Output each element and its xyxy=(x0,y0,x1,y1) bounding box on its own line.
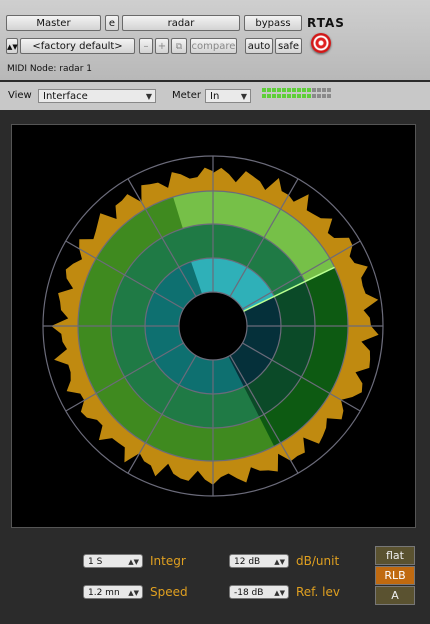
speed-value: 1.2 mn xyxy=(88,588,120,598)
master-button[interactable]: Master xyxy=(6,15,101,31)
dbunit-label: dB/unit xyxy=(296,554,340,568)
integr-label: Integr xyxy=(150,554,186,568)
meter-label: Meter xyxy=(172,90,201,101)
view-select-value: Interface xyxy=(43,91,88,102)
meter-segment xyxy=(327,88,331,92)
meter-segment xyxy=(322,88,326,92)
host-header: Master e radar bypass RTAS ▲▼ <factory d… xyxy=(0,0,430,80)
meter-segment xyxy=(312,94,316,98)
view-select[interactable]: Interface ▼ xyxy=(38,89,156,103)
meter-segment xyxy=(262,88,266,92)
radar-svg xyxy=(42,155,384,497)
e-button[interactable]: e xyxy=(105,15,119,31)
meter-segment xyxy=(327,94,331,98)
auto-button[interactable]: auto xyxy=(245,38,273,54)
meter-segment xyxy=(317,94,321,98)
meter-segment xyxy=(317,88,321,92)
updown-icon: ▲▼ xyxy=(274,589,285,597)
meter-segment xyxy=(322,94,326,98)
reflev-stepper[interactable]: -18 dB ▲▼ xyxy=(229,585,289,599)
compare-button[interactable]: compare xyxy=(190,38,237,54)
meter-segment xyxy=(267,94,271,98)
midi-node-label: MIDI Node: radar 1 xyxy=(7,64,92,74)
view-label: View xyxy=(8,90,32,101)
minus-button[interactable]: – xyxy=(139,38,153,54)
meter-segment xyxy=(307,88,311,92)
meter-segment xyxy=(297,94,301,98)
dbunit-stepper[interactable]: 12 dB ▲▼ xyxy=(229,554,289,568)
meter-segment xyxy=(287,88,291,92)
preset-arrow-button[interactable]: ▲▼ xyxy=(6,38,18,54)
meter-segment xyxy=(272,88,276,92)
meter-segment xyxy=(302,94,306,98)
format-label: RTAS xyxy=(307,16,345,30)
meter-segment xyxy=(302,88,306,92)
target-icon[interactable] xyxy=(311,33,331,53)
weighting-flat-button[interactable]: flat xyxy=(375,546,415,565)
speed-stepper[interactable]: 1.2 mn ▲▼ xyxy=(83,585,143,599)
reflev-value: -18 dB xyxy=(234,588,264,598)
meter-segment xyxy=(272,94,276,98)
copy-icon[interactable]: ⧉ xyxy=(171,38,187,54)
radar-display xyxy=(11,124,416,528)
meter-segment xyxy=(277,88,281,92)
meter-segment xyxy=(287,94,291,98)
meter-row xyxy=(262,94,332,98)
integr-value: 1 S xyxy=(88,557,103,567)
weighting-rlb-button[interactable]: RLB xyxy=(375,566,415,585)
meter-row xyxy=(262,88,332,92)
radar-graph xyxy=(42,155,384,497)
meter-segment xyxy=(282,94,286,98)
meter-segment xyxy=(277,94,281,98)
weighting-a-button[interactable]: A xyxy=(375,586,415,605)
updown-icon: ▲▼ xyxy=(274,558,285,566)
meter-segment xyxy=(292,88,296,92)
speed-label: Speed xyxy=(150,585,188,599)
integr-stepper[interactable]: 1 S ▲▼ xyxy=(83,554,143,568)
plugin-name-button[interactable]: radar xyxy=(122,15,240,31)
plus-button[interactable]: + xyxy=(155,38,169,54)
level-meter xyxy=(262,88,332,102)
reflev-label: Ref. lev xyxy=(296,585,340,599)
updown-icon: ▲▼ xyxy=(128,558,139,566)
bypass-button[interactable]: bypass xyxy=(244,15,302,31)
meter-select-value: In xyxy=(210,91,220,102)
meter-segment xyxy=(307,94,311,98)
meter-segment xyxy=(297,88,301,92)
view-bar: View Interface ▼ Meter In ▼ xyxy=(0,82,430,110)
meter-select[interactable]: In ▼ xyxy=(205,89,251,103)
preset-menu[interactable]: <factory default> xyxy=(20,38,135,54)
meter-segment xyxy=(282,88,286,92)
chevron-down-icon: ▼ xyxy=(240,92,247,101)
chevron-down-icon: ▼ xyxy=(145,92,152,101)
dbunit-value: 12 dB xyxy=(234,557,261,567)
updown-icon: ▲▼ xyxy=(128,589,139,597)
meter-segment xyxy=(262,94,266,98)
meter-segment xyxy=(312,88,316,92)
safe-button[interactable]: safe xyxy=(275,38,302,54)
meter-segment xyxy=(292,94,296,98)
meter-segment xyxy=(267,88,271,92)
